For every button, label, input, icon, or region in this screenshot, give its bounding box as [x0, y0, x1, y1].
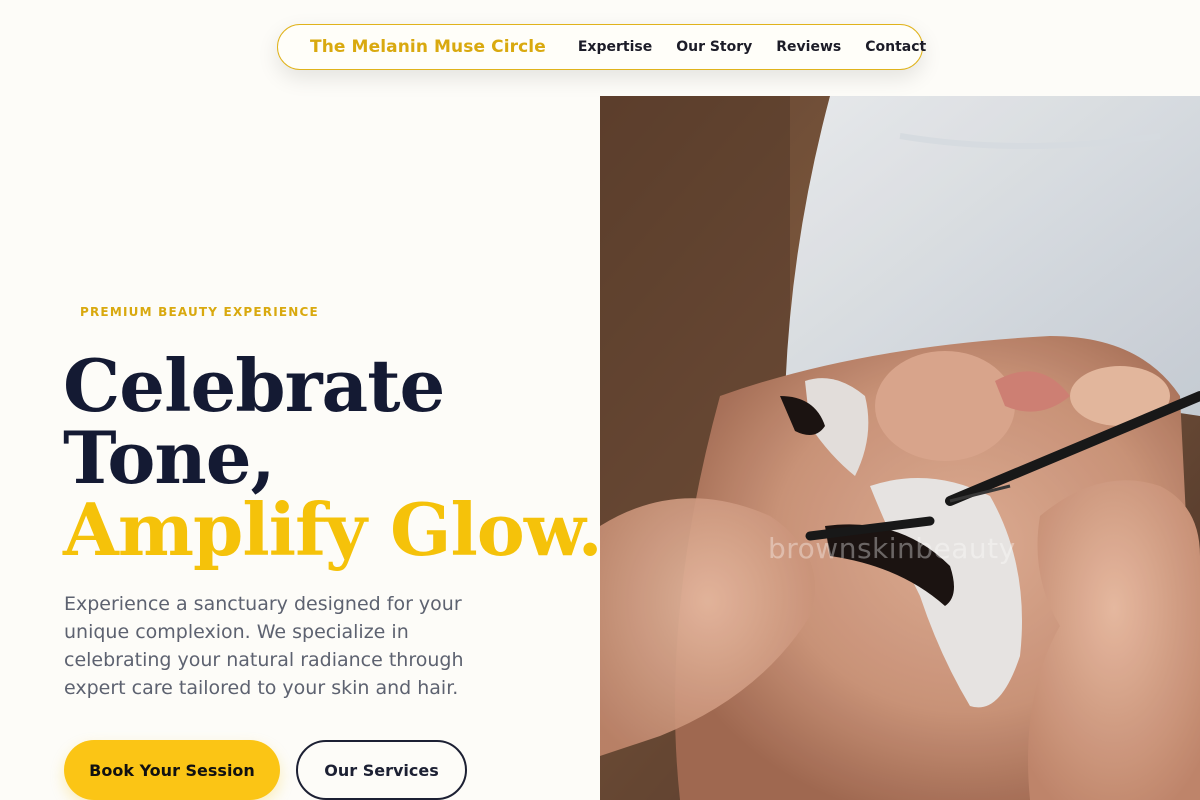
headline-accent: Amplify Glow. — [63, 487, 603, 572]
headline-line-1: Celebrate — [63, 343, 445, 428]
hero-headline: Celebrate Tone, Amplify Glow. — [63, 343, 603, 572]
hero-image: brownskinbeauty — [600, 96, 1200, 800]
nav-link-contact[interactable]: Contact — [865, 39, 926, 55]
book-session-button[interactable]: Book Your Session — [64, 740, 280, 800]
nav-link-our-story[interactable]: Our Story — [676, 39, 752, 55]
our-services-button[interactable]: Our Services — [296, 740, 467, 800]
photo-watermark: brownskinbeauty — [768, 532, 1016, 565]
landing-page: The Melanin Muse Circle Expertise Our St… — [0, 0, 1200, 800]
nav-link-reviews[interactable]: Reviews — [776, 39, 841, 55]
brand-logo-link[interactable]: The Melanin Muse Circle — [310, 37, 546, 57]
hero-description: Experience a sanctuary designed for your… — [64, 593, 464, 699]
hero-eyebrow: PREMIUM BEAUTY EXPERIENCE — [80, 305, 319, 319]
headline-line-2: Tone, — [63, 415, 276, 500]
lash-extension-photo-icon — [600, 96, 1200, 800]
nav-link-expertise[interactable]: Expertise — [578, 39, 652, 55]
nav-links: Expertise Our Story Reviews Contact — [578, 39, 926, 55]
top-navbar: The Melanin Muse Circle Expertise Our St… — [277, 24, 926, 70]
